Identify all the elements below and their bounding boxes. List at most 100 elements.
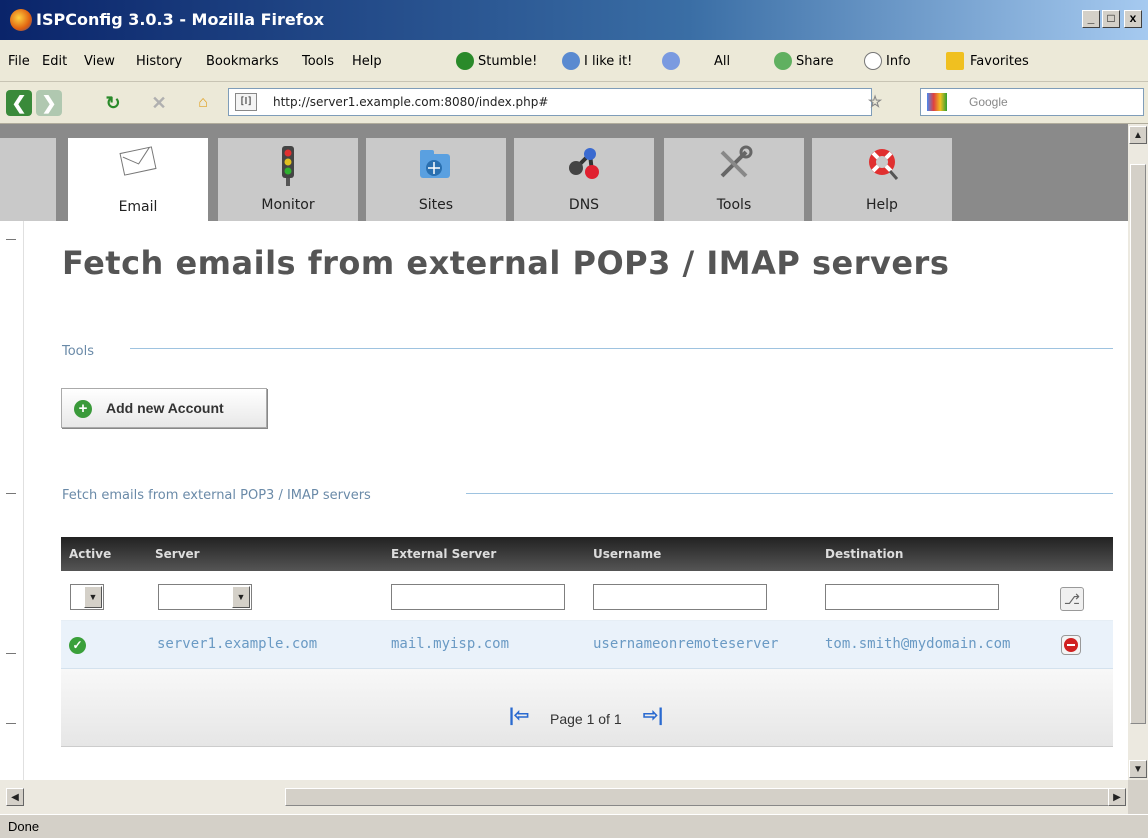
destination-filter-input[interactable] <box>825 584 999 610</box>
server-filter-select[interactable]: ▼ <box>158 584 252 610</box>
url-bar[interactable]: [I] http://server1.example.com:8080/inde… <box>228 88 872 116</box>
delete-button[interactable] <box>1061 635 1081 655</box>
navigation-toolbar: ❮ ❯ ↻ ✕ ⌂ [I] http://server1.example.com… <box>0 82 1148 124</box>
site-favicon-icon: [I] <box>235 93 257 111</box>
status-bar: Done <box>0 814 1148 838</box>
tab-partial-left[interactable] <box>0 138 56 221</box>
i-like-it-button[interactable]: I like it! <box>584 54 632 69</box>
search-placeholder: Google <box>969 95 1008 109</box>
stop-icon[interactable]: ✕ <box>146 90 172 116</box>
tab-label: Monitor <box>261 197 315 213</box>
tab-label: Tools <box>716 197 752 213</box>
column-header-username[interactable]: Username <box>593 547 661 561</box>
wrench-screwdriver-icon <box>720 145 753 178</box>
page-indicator: Page 1 of 1 <box>550 711 622 727</box>
column-header-destination[interactable]: Destination <box>825 547 903 561</box>
menu-tools[interactable]: Tools <box>302 54 334 69</box>
username-filter-input[interactable] <box>593 584 767 610</box>
cell-destination[interactable]: tom.smith@mydomain.com <box>825 636 1010 652</box>
network-nodes-icon <box>569 148 599 179</box>
tab-monitor[interactable]: Monitor <box>218 138 358 221</box>
stumble-button[interactable]: Stumble! <box>478 54 537 69</box>
column-header-active[interactable]: Active <box>69 547 111 561</box>
scroll-left-icon[interactable]: ◀ <box>6 788 24 806</box>
share-button[interactable]: Share <box>796 54 834 69</box>
vertical-scroll-thumb[interactable] <box>1130 164 1146 724</box>
edge-mark <box>6 239 16 240</box>
scroll-right-icon[interactable]: ▶ <box>1108 788 1126 806</box>
tab-sites[interactable]: Sites <box>366 138 506 221</box>
tab-label: Help <box>866 197 898 213</box>
table-row[interactable]: ✓ server1.example.com mail.myisp.com use… <box>61 621 1113 669</box>
cell-external-server[interactable]: mail.myisp.com <box>391 636 509 652</box>
google-icon <box>927 93 947 111</box>
delete-icon <box>1064 638 1078 652</box>
tab-dns[interactable]: DNS <box>514 138 654 221</box>
cell-username[interactable]: usernameonremoteserver <box>593 636 778 652</box>
search-box[interactable]: Google <box>920 88 1144 116</box>
edge-mark <box>6 723 16 724</box>
cell-server[interactable]: server1.example.com <box>157 636 317 652</box>
tab-email[interactable]: Email <box>68 138 208 223</box>
column-header-server[interactable]: Server <box>155 547 200 561</box>
star-icon <box>946 52 964 70</box>
page-viewport: Email Monitor Sites DNS Tools Help Fetch… <box>0 124 1128 780</box>
pagination: |⇦ Page 1 of 1 ⇨| <box>61 669 1113 747</box>
left-sidebar-edge <box>0 221 24 780</box>
share-icon <box>774 52 792 70</box>
menu-view[interactable]: View <box>84 54 115 69</box>
minimize-button[interactable]: _ <box>1082 10 1100 28</box>
tab-tools[interactable]: Tools <box>664 138 804 221</box>
last-page-icon[interactable]: ⇨| <box>643 705 663 726</box>
menu-file[interactable]: File <box>8 54 30 69</box>
active-check-icon: ✓ <box>69 637 86 654</box>
firefox-icon <box>10 9 32 31</box>
active-filter-select[interactable]: ▼ <box>70 584 104 610</box>
menu-history[interactable]: History <box>136 54 182 69</box>
home-icon[interactable]: ⌂ <box>190 90 216 116</box>
heart-icon[interactable] <box>662 52 680 70</box>
info-button[interactable]: Info <box>886 54 911 69</box>
horizontal-scrollbar[interactable]: ◀ ▶ <box>0 780 1128 814</box>
favorites-button[interactable]: Favorites <box>970 54 1029 69</box>
page-title: Fetch emails from external POP3 / IMAP s… <box>62 244 950 282</box>
add-button-label: Add new Account <box>106 400 224 416</box>
all-dropdown[interactable]: All <box>714 54 730 69</box>
scroll-up-icon[interactable]: ▲ <box>1129 126 1147 144</box>
vertical-scrollbar[interactable]: ▲ ▼ <box>1128 124 1148 780</box>
bookmark-star-icon[interactable]: ☆ <box>862 90 888 116</box>
external-server-filter-input[interactable] <box>391 584 565 610</box>
tab-label: Sites <box>418 197 454 213</box>
close-button[interactable]: x <box>1124 10 1142 28</box>
horizontal-scroll-thumb[interactable] <box>285 788 1115 806</box>
menu-help[interactable]: Help <box>352 54 382 69</box>
edge-mark <box>6 653 16 654</box>
add-icon: + <box>74 400 92 418</box>
url-text: http://server1.example.com:8080/index.ph… <box>273 95 549 109</box>
column-header-external-server[interactable]: External Server <box>391 547 496 561</box>
tab-label: Email <box>118 199 158 215</box>
module-tab-strip: Email Monitor Sites DNS Tools Help <box>0 124 1128 223</box>
edge-mark <box>6 493 16 494</box>
lifebuoy-icon <box>869 149 899 180</box>
first-page-icon[interactable]: |⇦ <box>509 705 529 726</box>
section-divider <box>130 348 1113 349</box>
forward-icon[interactable]: ❯ <box>36 90 62 116</box>
tools-section-title: Tools <box>62 344 95 359</box>
chevron-down-icon: ▼ <box>84 586 102 608</box>
traffic-light-icon <box>282 146 294 186</box>
menu-bookmarks[interactable]: Bookmarks <box>206 54 279 69</box>
menu-edit[interactable]: Edit <box>42 54 67 69</box>
maximize-button[interactable]: □ <box>1102 10 1120 28</box>
thumbs-up-icon <box>562 52 580 70</box>
back-icon[interactable]: ❮ <box>6 90 32 116</box>
stumble-icon <box>456 52 474 70</box>
tab-help[interactable]: Help <box>812 138 952 221</box>
filter-icon[interactable]: ⎇ <box>1060 587 1084 611</box>
filter-row: ▼ ▼ <box>61 571 1113 621</box>
reload-icon[interactable]: ↻ <box>100 90 126 116</box>
add-new-account-button[interactable]: + Add new Account <box>61 388 267 428</box>
envelope-icon <box>119 146 157 176</box>
table-header: Active Server External Server Username D… <box>61 537 1113 571</box>
scroll-down-icon[interactable]: ▼ <box>1129 760 1147 778</box>
